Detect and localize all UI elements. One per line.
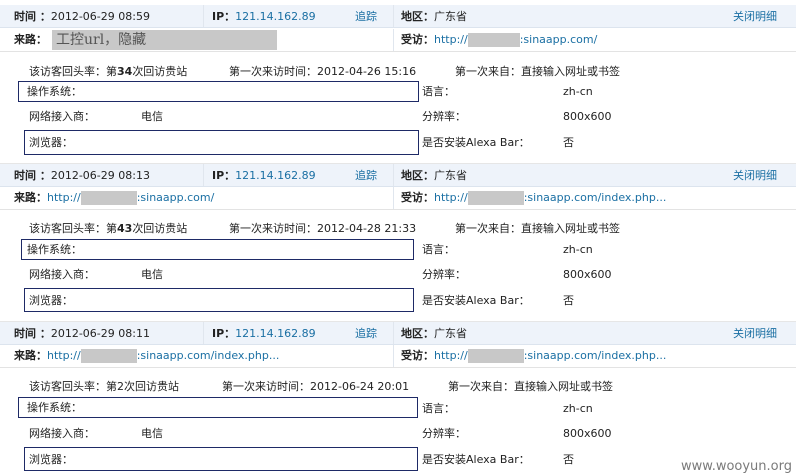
track-link[interactable]: 追踪 bbox=[355, 169, 377, 183]
record-source-row: 来路：http://:sinaapp.com/ 受访：http://:sinaa… bbox=[0, 187, 796, 210]
first-visit-label: 第一次来访时间： bbox=[229, 65, 317, 78]
alexa-value: 否 bbox=[563, 294, 574, 307]
os-label: 操作系统： bbox=[27, 85, 82, 98]
first-from-label: 第一次来自： bbox=[455, 222, 521, 235]
visited-label: 受访 bbox=[401, 33, 423, 46]
first-from-value: 直接输入网址或书签 bbox=[521, 222, 620, 235]
time-label: 时间 bbox=[14, 10, 36, 23]
source-link[interactable]: http://:sinaapp.com/index.php... bbox=[47, 349, 279, 363]
redaction-block bbox=[467, 33, 520, 47]
track-link[interactable]: 追踪 bbox=[355, 327, 377, 341]
alexa-label: 是否安装Alexa Bar： bbox=[422, 136, 530, 149]
redaction-block bbox=[467, 191, 524, 205]
resolution-value: 800x600 bbox=[563, 110, 612, 123]
visited-label: 受访 bbox=[401, 191, 423, 204]
alexa-label: 是否安装Alexa Bar： bbox=[422, 294, 530, 307]
return-count: 2 bbox=[117, 380, 124, 393]
resolution-value: 800x600 bbox=[563, 268, 612, 281]
return-count: 34 bbox=[117, 65, 133, 78]
browser-box bbox=[24, 447, 418, 471]
language-value: zh-cn bbox=[563, 243, 593, 256]
visited-link[interactable]: http://:sinaapp.com/ bbox=[434, 33, 597, 47]
visit-time: 2012-06-29 08:59 bbox=[50, 10, 150, 23]
browser-label: 浏览器： bbox=[29, 294, 73, 307]
resolution-value: 800x600 bbox=[563, 427, 612, 440]
return-count: 43 bbox=[117, 222, 133, 235]
redaction-block bbox=[467, 349, 524, 363]
isp-label: 网络接入商： bbox=[29, 427, 95, 440]
alexa-value: 否 bbox=[563, 453, 574, 466]
region-value: 广东省 bbox=[434, 10, 467, 23]
first-from-label: 第一次来自： bbox=[448, 380, 514, 393]
resolution-label: 分辨率： bbox=[422, 427, 466, 440]
first-visit-time: 2012-04-26 15:16 bbox=[317, 65, 417, 78]
region-value: 广东省 bbox=[434, 169, 467, 182]
record-source-row: 来路： 工控url，隐藏 受访：http://:sinaapp.com/ bbox=[0, 29, 796, 52]
redaction-block bbox=[80, 349, 137, 363]
close-detail-link[interactable]: 关闭明细 bbox=[733, 169, 777, 183]
return-rate-prefix: 该访客回头率：第 bbox=[29, 65, 117, 78]
language-value: zh-cn bbox=[563, 402, 593, 415]
alexa-value: 否 bbox=[563, 136, 574, 149]
visited-label: 受访 bbox=[401, 349, 423, 362]
source-redacted: 工控url，隐藏 bbox=[52, 30, 277, 50]
visit-time: 2012-06-29 08:13 bbox=[50, 169, 150, 182]
time-label: 时间 bbox=[14, 169, 36, 182]
time-label: 时间 bbox=[14, 327, 36, 340]
first-visit-time: 2012-06-24 20:01 bbox=[310, 380, 410, 393]
first-from-value: 直接输入网址或书签 bbox=[514, 380, 613, 393]
language-label: 语言： bbox=[422, 85, 455, 98]
browser-box bbox=[24, 130, 419, 155]
ip-label: IP bbox=[212, 169, 225, 182]
visited-link[interactable]: http://:sinaapp.com/index.php... bbox=[434, 349, 666, 363]
region-label: 地区 bbox=[401, 327, 423, 340]
os-label: 操作系统： bbox=[27, 243, 82, 256]
track-link[interactable]: 追踪 bbox=[355, 10, 377, 24]
resolution-label: 分辨率： bbox=[422, 110, 466, 123]
source-link[interactable]: http://:sinaapp.com/ bbox=[47, 191, 214, 205]
alexa-label: 是否安装Alexa Bar： bbox=[422, 453, 530, 466]
browser-box bbox=[24, 288, 414, 312]
first-visit-label: 第一次来访时间： bbox=[222, 380, 310, 393]
ip-label: IP bbox=[212, 10, 225, 23]
record-header-row: 时间 ：2012-06-29 08:11 IP：121.14.162.89 追踪… bbox=[0, 322, 796, 345]
ip-link[interactable]: 121.14.162.89 bbox=[235, 169, 315, 182]
first-visit-time: 2012-04-28 21:33 bbox=[317, 222, 417, 235]
os-label: 操作系统： bbox=[27, 401, 82, 414]
isp-value: 电信 bbox=[141, 427, 163, 440]
redaction-block bbox=[80, 191, 137, 205]
language-value: zh-cn bbox=[563, 85, 593, 98]
ip-link[interactable]: 121.14.162.89 bbox=[235, 10, 315, 23]
visited-link[interactable]: http://:sinaapp.com/index.php... bbox=[434, 191, 666, 205]
record-header-row: 时间 ：2012-06-29 08:13 IP：121.14.162.89 追踪… bbox=[0, 164, 796, 187]
language-label: 语言： bbox=[422, 402, 455, 415]
return-rate-prefix: 该访客回头率：第 bbox=[29, 222, 117, 235]
region-label: 地区 bbox=[401, 169, 423, 182]
isp-value: 电信 bbox=[141, 110, 163, 123]
language-label: 语言： bbox=[422, 243, 455, 256]
first-visit-label: 第一次来访时间： bbox=[229, 222, 317, 235]
record-header-row: 时间 ：2012-06-29 08:59 IP：121.14.162.89 追踪… bbox=[0, 5, 796, 28]
ip-label: IP bbox=[212, 327, 225, 340]
return-rate-prefix: 该访客回头率：第 bbox=[29, 380, 117, 393]
record-source-row: 来路：http://:sinaapp.com/index.php... 受访：h… bbox=[0, 345, 796, 368]
isp-label: 网络接入商： bbox=[29, 110, 95, 123]
resolution-label: 分辨率： bbox=[422, 268, 466, 281]
isp-label: 网络接入商： bbox=[29, 268, 95, 281]
browser-label: 浏览器： bbox=[29, 453, 73, 466]
region-value: 广东省 bbox=[434, 327, 467, 340]
first-from-label: 第一次来自： bbox=[455, 65, 521, 78]
source-label: 来路 bbox=[14, 349, 36, 362]
close-detail-link[interactable]: 关闭明细 bbox=[733, 327, 777, 341]
browser-label: 浏览器： bbox=[29, 136, 73, 149]
close-detail-link[interactable]: 关闭明细 bbox=[733, 10, 777, 24]
source-label: 来路 bbox=[14, 33, 36, 46]
source-label: 来路 bbox=[14, 191, 36, 204]
isp-value: 电信 bbox=[141, 268, 163, 281]
watermark: www.wooyun.org bbox=[680, 459, 792, 474]
visit-time: 2012-06-29 08:11 bbox=[50, 327, 150, 340]
ip-link[interactable]: 121.14.162.89 bbox=[235, 327, 315, 340]
region-label: 地区 bbox=[401, 10, 423, 23]
first-from-value: 直接输入网址或书签 bbox=[521, 65, 620, 78]
